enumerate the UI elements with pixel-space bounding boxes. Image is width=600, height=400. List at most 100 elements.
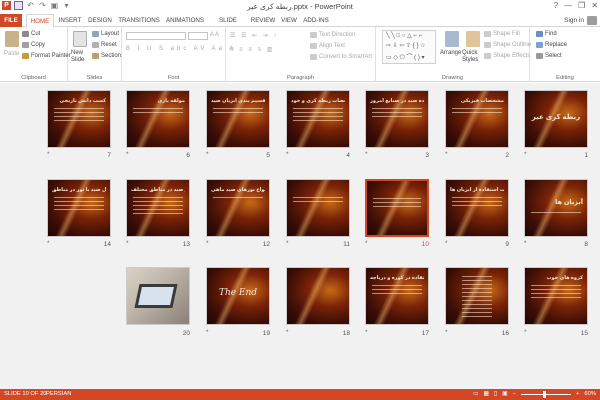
slide-thumbnail[interactable]: کسب دانش تاریخی (47, 90, 111, 148)
close-button[interactable]: ✕ (591, 1, 598, 10)
slide-number: 9 (505, 241, 509, 248)
slide-thumbnail[interactable]: موارد مورد استفاده در کوره و دریاچه (365, 267, 429, 325)
reading-view-icon[interactable]: ▯ (494, 391, 497, 397)
slide-thumbnail-selected[interactable] (365, 179, 429, 237)
reset-button[interactable]: Reset (92, 42, 117, 48)
slide-thumbnail[interactable]: The End (206, 267, 270, 325)
clipboard-group-label: Clipboard (21, 75, 46, 81)
slide-text-lines (452, 197, 502, 209)
align-text-button[interactable]: Align Text (310, 43, 345, 49)
tab-animations[interactable]: ANIMATIONS (163, 14, 207, 27)
shape-effects-icon (484, 53, 491, 59)
help-button[interactable]: ? (554, 1, 558, 10)
slideshow-view-icon[interactable]: ▣ (502, 391, 507, 397)
tab-insert[interactable]: INSERT (57, 14, 83, 27)
laptop-photo (134, 284, 178, 308)
tab-design[interactable]: DESIGN (86, 14, 114, 27)
slide-number: 3 (425, 152, 429, 159)
slide-thumbnail[interactable]: کروه های خوب (524, 267, 588, 325)
zoom-level[interactable]: 60% (584, 391, 596, 397)
normal-view-icon[interactable]: ▭ (473, 391, 478, 397)
shape-outline-button[interactable]: Shape Outline (484, 42, 531, 48)
slides-group: New Slide Layout Reset Section Slides (68, 27, 122, 82)
paste-button[interactable]: Paste (4, 51, 19, 57)
tab-view[interactable]: VIEW (279, 14, 299, 27)
select-button[interactable]: Select (536, 53, 562, 59)
zoom-in-icon[interactable]: + (576, 391, 579, 397)
layout-button[interactable]: Layout (92, 31, 119, 37)
format-painter-label: Format Painter (31, 53, 71, 59)
tab-transitions[interactable]: TRANSITIONS (117, 14, 161, 27)
find-button[interactable]: Find (536, 31, 557, 37)
slide-thumbnail[interactable]: جدول آمار صید در مناطق مختلف (126, 179, 190, 237)
format-painter-button[interactable]: Format Painter (22, 53, 71, 59)
zoom-slider-thumb[interactable] (543, 390, 546, 398)
drawing-group: ╲ ╲ □ ○ △ ⌐ ⌐ ⇨ ⇩ ⇦ ⇧ { } ☆ ▭ ◇ ⬠ ⌒ ( ) … (376, 27, 531, 82)
zoom-slider[interactable] (521, 390, 571, 398)
slide-thumbnail[interactable]: انواع تورهای صید ماهی (206, 179, 270, 237)
tab-review[interactable]: REVIEW (249, 14, 277, 27)
tab-slide-show[interactable]: SLIDE SHOW (209, 14, 247, 37)
slide-sorter-view-icon[interactable]: ▦ (483, 391, 488, 397)
slide-thumbnail[interactable]: دلایل استفاده صید در صنایع امروز (365, 90, 429, 148)
shape-effects-button[interactable]: Shape Effects (484, 53, 530, 59)
quick-styles-button[interactable]: Quick Styles (462, 50, 482, 64)
animation-star-icon: * (286, 240, 289, 247)
slide-thumbnail[interactable] (126, 267, 190, 325)
convert-smartart-button[interactable]: Convert to SmartArt (310, 54, 372, 60)
tab-add-ins[interactable]: ADD-INS (301, 14, 331, 27)
slide-thumbnail[interactable]: علت استفاده از آبزیان ها (445, 179, 509, 237)
animation-star-icon: * (365, 151, 368, 158)
section-button[interactable]: Section (92, 53, 121, 59)
list-buttons[interactable]: ☰ ☰ ⇤ ⇥ ↕ (230, 32, 278, 39)
replace-button[interactable]: Replace (536, 42, 567, 48)
align-buttons[interactable]: ≡ ≡ ≡ ≡ ▥ (230, 46, 274, 53)
slide-thumbnail[interactable]: ربطه کری عیر (524, 90, 588, 148)
text-direction-button[interactable]: Text Direction (310, 32, 355, 38)
slide-number: 18 (342, 330, 350, 337)
slide-text-lines (54, 197, 104, 213)
slide-thumbnail[interactable]: مشخصات ربطه کری و خود (286, 90, 350, 148)
smartart-icon (310, 54, 317, 60)
slide-number: 6 (186, 152, 190, 159)
slide-thumbnail[interactable] (445, 267, 509, 325)
slide-thumbnail[interactable] (286, 179, 350, 237)
tab-home[interactable]: HOME (26, 14, 54, 28)
slide-thumbnail[interactable]: مولفه بازی (126, 90, 190, 148)
arrange-icon[interactable] (445, 31, 459, 47)
minimize-button[interactable]: — (564, 1, 572, 10)
font-size-select[interactable] (188, 32, 208, 40)
copy-button[interactable]: Copy (22, 42, 45, 48)
font-family-select[interactable] (126, 32, 186, 40)
slide-thumbnail[interactable]: مراحل صید با تور در مناطق (47, 179, 111, 237)
sign-in-link[interactable]: Sign in (564, 14, 584, 27)
tab-file[interactable]: FILE (0, 14, 22, 27)
shape-line-icon[interactable]: ╲ ╲ □ ○ △ ⌐ ⌐ (386, 32, 422, 39)
scissors-icon (22, 31, 29, 37)
slide-thumbnail[interactable] (286, 267, 350, 325)
shape-effects-label: Shape Effects (493, 53, 531, 59)
avatar[interactable] (587, 16, 597, 25)
slide-title: آبزیان ها (555, 199, 583, 206)
arrange-button[interactable]: Arrange (440, 50, 461, 56)
quick-styles-icon[interactable] (466, 31, 480, 47)
shapes-gallery[interactable]: ╲ ╲ □ ○ △ ⌐ ⌐ ⇨ ⇩ ⇦ ⇧ { } ☆ ▭ ◇ ⬠ ⌒ ( ) … (382, 30, 436, 64)
slide-thumbnail[interactable]: تقسیم بندی آبزیان صید (206, 90, 270, 148)
zoom-out-icon[interactable]: − (513, 391, 516, 397)
font-style-buttons[interactable]: B I U S abc AV Aa A (126, 46, 236, 52)
shape-arrow-icon[interactable]: ⇨ ⇩ ⇦ ⇧ { } ☆ (386, 42, 426, 49)
language-indicator[interactable]: PERSIAN (46, 391, 71, 397)
shape-callout-icon[interactable]: ▭ ◇ ⬠ ⌒ ( ) ▾ (386, 52, 425, 61)
restore-button[interactable]: ❐ (578, 1, 585, 10)
slide-table (462, 276, 492, 320)
paste-icon[interactable] (5, 31, 19, 47)
new-slide-icon[interactable] (73, 31, 87, 47)
cut-button[interactable]: Cut (22, 31, 40, 37)
new-slide-button[interactable]: New Slide (71, 50, 91, 64)
grow-font-icon[interactable]: A A (210, 32, 219, 38)
slide-thumbnail[interactable]: آبزیان ها (524, 179, 588, 237)
shape-fill-button[interactable]: Shape Fill (484, 31, 520, 37)
slide-thumbnail[interactable]: مشخصات فیزیکی (445, 90, 509, 148)
slide-number: 1 (584, 152, 588, 159)
paragraph-group-label: Paragraph (286, 75, 315, 81)
